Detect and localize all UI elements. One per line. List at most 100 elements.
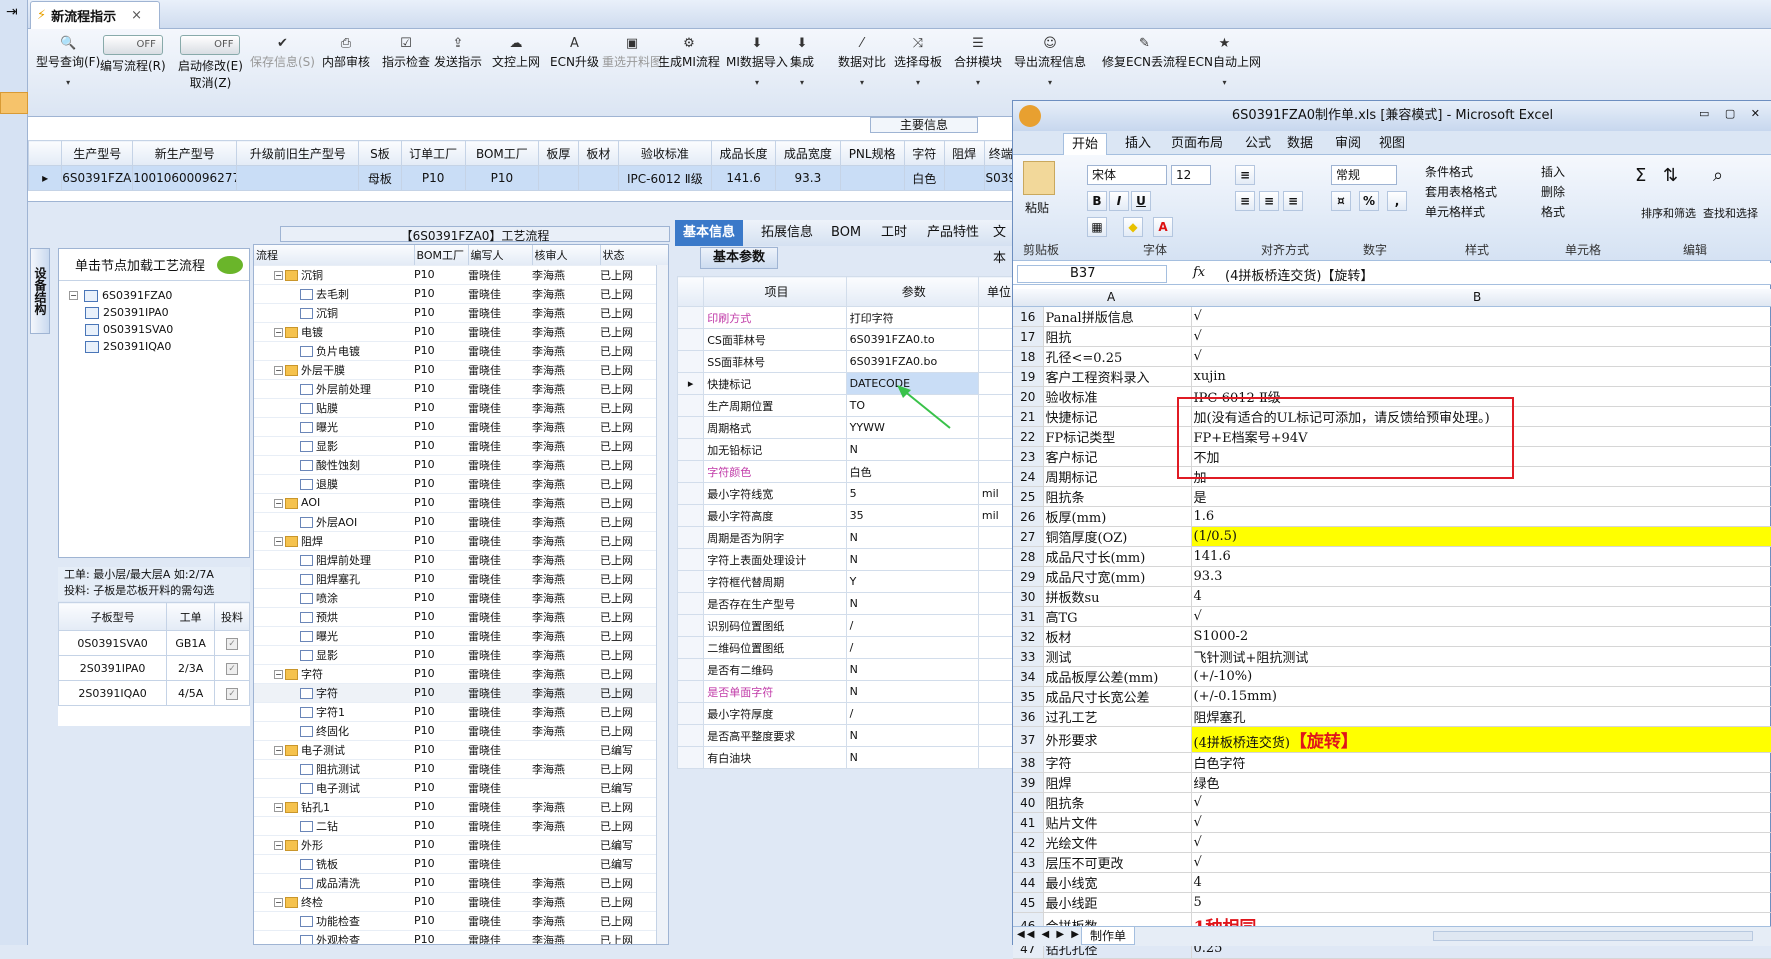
flow-cell[interactable]: 雷晓佳 <box>468 892 532 912</box>
name-box[interactable]: B37 <box>1017 265 1167 283</box>
toolbar-item-18[interactable]: ★ ECN自动上网 ▾ <box>1188 35 1261 87</box>
flow-cell[interactable]: 李海燕 <box>532 531 600 551</box>
flow-cell[interactable]: P10 <box>414 455 468 475</box>
flow-cell[interactable]: 雷晓佳 <box>468 417 532 437</box>
flow-step-cell[interactable]: 曝光 <box>254 626 414 646</box>
chevron-down-icon[interactable]: ▾ <box>36 78 100 87</box>
cell-b[interactable]: 飞针测试+阻抗测试 <box>1191 646 1771 667</box>
flow-row[interactable]: 成品清洗 P10 雷晓佳 李海燕 已上网 <box>254 873 668 893</box>
flow-row[interactable]: 字符1 P10 雷晓佳 李海燕 已上网 <box>254 702 668 722</box>
sheet-row[interactable]: 40 阻抗条 √ <box>1013 792 1771 813</box>
cell-b[interactable]: √ <box>1191 307 1771 327</box>
flow-step-cell[interactable]: − 外形 <box>254 835 414 855</box>
row-number[interactable]: 23 <box>1013 446 1044 467</box>
flow-cell[interactable]: 李海燕 <box>532 341 600 361</box>
flow-row[interactable]: − 外形 P10 雷晓佳 已编写 <box>254 835 668 855</box>
param-value[interactable]: 6S0391FZA0.bo <box>845 350 979 373</box>
flow-step-cell[interactable]: 功能检查 <box>254 911 414 931</box>
flow-cell[interactable]: 李海燕 <box>532 702 600 722</box>
param-row[interactable]: 最小字符线宽 5 mil <box>676 482 1018 505</box>
sheet-row[interactable]: 31 高TG √ <box>1013 606 1771 627</box>
info-cell[interactable] <box>537 165 579 191</box>
info-col-header[interactable]: 升级前旧生产型号 <box>236 140 360 166</box>
flow-row[interactable]: 终固化 P10 雷晓佳 李海燕 已上网 <box>254 721 668 741</box>
row-number[interactable]: 35 <box>1013 686 1044 707</box>
cell-b[interactable]: 93.3 <box>1191 566 1771 587</box>
cell-a[interactable]: 阻抗条 <box>1043 792 1192 813</box>
ribbon-tab-5[interactable]: 审阅 <box>1327 133 1369 155</box>
flow-col-header[interactable]: 核审人 <box>532 245 601 266</box>
flow-cell[interactable]: P10 <box>414 873 468 893</box>
tree-node[interactable]: 2S0391IPA0 <box>85 306 169 319</box>
flow-cell[interactable]: 李海燕 <box>532 607 600 627</box>
param-row[interactable]: 生产周期位置 TO <box>676 394 1018 417</box>
side-marker[interactable] <box>0 92 28 114</box>
flow-row[interactable]: 外层AOI P10 雷晓佳 李海燕 已上网 <box>254 512 668 532</box>
paste-icon[interactable] <box>1023 161 1055 195</box>
flow-step-cell[interactable]: 显影 <box>254 436 414 456</box>
sub-col-header[interactable]: 工单 <box>166 602 216 631</box>
flow-row[interactable]: 阻抗测试 P10 雷晓佳 李海燕 已上网 <box>254 759 668 779</box>
collapse-icon[interactable]: − <box>69 291 78 300</box>
param-value[interactable]: 6S0391FZA0.to <box>845 328 979 351</box>
flow-cell[interactable]: 雷晓佳 <box>468 702 532 722</box>
cell-a[interactable]: 字符 <box>1043 752 1192 773</box>
cell-b[interactable]: 4 <box>1191 586 1771 607</box>
toolbar-item-12[interactable]: ⬇ 集成 ▾ <box>790 35 814 87</box>
flow-cell[interactable]: 雷晓佳 <box>468 664 532 684</box>
formula-input[interactable]: (4拼板桥连交货)【旋转】 <box>1225 265 1373 284</box>
flow-step-cell[interactable]: − 阻焊 <box>254 531 414 551</box>
flow-row[interactable]: − 终检 P10 雷晓佳 李海燕 已上网 <box>254 892 668 912</box>
cell-b[interactable]: (+/-10%) <box>1191 666 1771 687</box>
flow-row[interactable]: 预烘 P10 雷晓佳 李海燕 已上网 <box>254 607 668 627</box>
flow-cell[interactable]: 李海燕 <box>532 455 600 475</box>
flow-cell[interactable]: 雷晓佳 <box>468 455 532 475</box>
flow-row[interactable]: 外层前处理 P10 雷晓佳 李海燕 已上网 <box>254 379 668 399</box>
collapse-icon[interactable]: − <box>274 271 283 280</box>
param-value[interactable]: / <box>845 636 979 659</box>
param-row[interactable]: 有白油块 N <box>676 746 1018 769</box>
row-number[interactable]: 25 <box>1013 486 1044 507</box>
flow-cell[interactable]: P10 <box>414 683 468 703</box>
align-left-button[interactable]: ≡ <box>1235 191 1255 211</box>
sub-cell[interactable]: 2S0391IQA0 <box>57 680 168 706</box>
tree-node[interactable]: 0S0391SVA0 <box>85 323 173 336</box>
cell-b[interactable]: 绿色 <box>1191 772 1771 793</box>
cell-a[interactable]: 板材 <box>1043 626 1192 647</box>
row-number[interactable]: 16 <box>1013 307 1044 327</box>
sheet-row[interactable]: 25 阻抗条是 <box>1013 486 1771 507</box>
cell-a[interactable]: 拼板数su <box>1043 586 1192 607</box>
row-number[interactable]: 27 <box>1013 526 1044 547</box>
flow-cell[interactable]: P10 <box>414 436 468 456</box>
flow-cell[interactable]: 李海燕 <box>532 569 600 589</box>
flow-cell[interactable]: P10 <box>414 360 468 380</box>
col-b-header[interactable]: B <box>1473 290 1481 304</box>
toolbar-item-9[interactable]: ▣ 重选开料图 <box>602 35 662 70</box>
sheet-tab-active[interactable]: 制作单 <box>1081 927 1136 945</box>
comma-button[interactable]: , <box>1387 191 1407 211</box>
row-number[interactable]: 30 <box>1013 586 1044 607</box>
cell-b[interactable]: √ <box>1191 346 1771 367</box>
row-number[interactable]: 31 <box>1013 606 1044 627</box>
row-number[interactable]: 19 <box>1013 366 1044 387</box>
row-number[interactable]: 32 <box>1013 626 1044 647</box>
sub-cell[interactable]: 4/5A <box>166 680 216 706</box>
flow-cell[interactable]: 雷晓佳 <box>468 398 532 418</box>
cell-a[interactable]: 阻抗条 <box>1043 486 1192 507</box>
flow-step-cell[interactable]: 沉铜 <box>254 303 414 323</box>
ribbon-tab-6[interactable]: 视图 <box>1371 133 1413 155</box>
cell-b[interactable]: 4 <box>1191 872 1771 893</box>
flow-cell[interactable]: P10 <box>414 778 468 798</box>
flow-cell[interactable]: P10 <box>414 493 468 513</box>
flow-row[interactable]: 电子测试 P10 雷晓佳 已编写 <box>254 778 668 798</box>
sheet-nav-icons[interactable]: ◀◀ ◀ ▶ ▶▶ <box>1017 929 1091 940</box>
flow-step-cell[interactable]: 负片电镀 <box>254 341 414 361</box>
flow-cell[interactable]: 李海燕 <box>532 417 600 437</box>
info-col-header[interactable]: 阻焊 <box>943 140 985 166</box>
percent-button[interactable]: % <box>1359 191 1379 211</box>
flow-step-cell[interactable]: − 钻孔1 <box>254 797 414 817</box>
info-cell[interactable]: P10 <box>464 165 539 191</box>
flow-step-cell[interactable]: 退膜 <box>254 474 414 494</box>
flow-row[interactable]: − 字符 P10 雷晓佳 李海燕 已上网 <box>254 664 668 684</box>
row-number[interactable]: 38 <box>1013 752 1044 773</box>
